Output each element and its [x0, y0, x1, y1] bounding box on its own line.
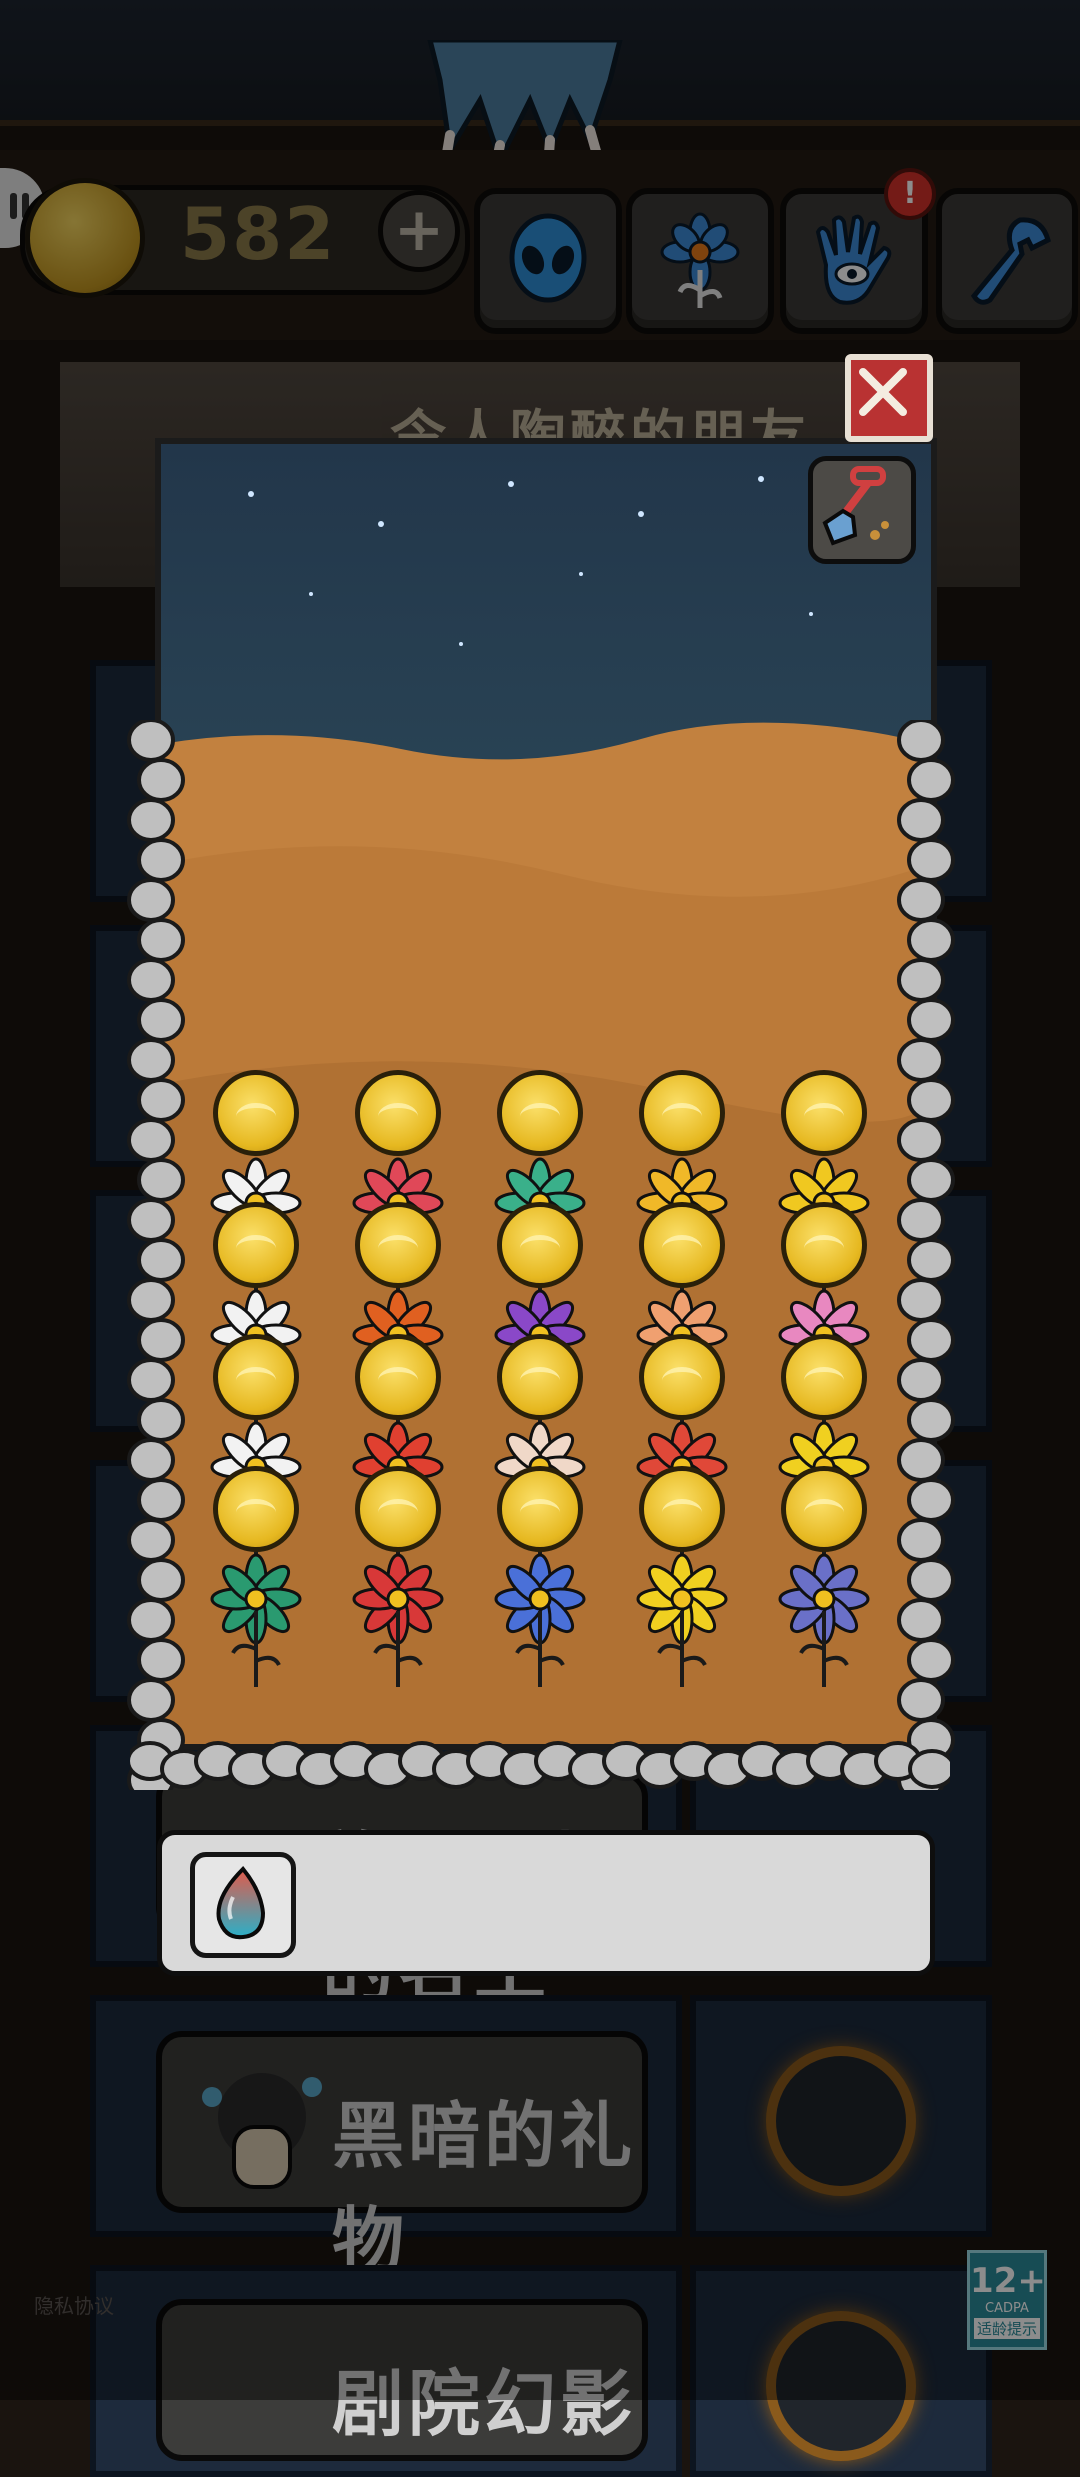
shovel-button[interactable]: [808, 456, 916, 564]
collect-coin-button[interactable]: [497, 1466, 583, 1552]
flower-icon[interactable]: [617, 1549, 747, 1689]
close-icon: [859, 368, 907, 416]
collect-coin-button[interactable]: [213, 1466, 299, 1552]
collect-coin-button[interactable]: [639, 1202, 725, 1288]
collect-coin-button[interactable]: [639, 1466, 725, 1552]
collect-coin-button[interactable]: [213, 1334, 299, 1420]
seed-drop-icon: [216, 1866, 266, 1940]
flower-icon[interactable]: [759, 1549, 889, 1689]
collect-coin-button[interactable]: [355, 1202, 441, 1288]
stone-border-right: [897, 720, 955, 1790]
collect-coin-button[interactable]: [781, 1202, 867, 1288]
collect-coin-button[interactable]: [639, 1334, 725, 1420]
flower-icon[interactable]: [191, 1549, 321, 1689]
collect-coin-button[interactable]: [355, 1070, 441, 1156]
flower-icon[interactable]: [333, 1549, 463, 1689]
close-button[interactable]: [845, 354, 933, 442]
collect-coin-button[interactable]: [781, 1070, 867, 1156]
collect-coin-button[interactable]: [355, 1334, 441, 1420]
flower-icon[interactable]: [475, 1549, 605, 1689]
collect-coin-button[interactable]: [497, 1202, 583, 1288]
collect-coin-button[interactable]: [355, 1466, 441, 1552]
stone-border-bottom: [130, 1741, 950, 1789]
stone-border-left: [127, 720, 185, 1790]
collect-coin-button[interactable]: [781, 1334, 867, 1420]
collect-coin-button[interactable]: [497, 1334, 583, 1420]
collect-coin-button[interactable]: [781, 1466, 867, 1552]
seed-slot[interactable]: [190, 1852, 296, 1958]
collect-coin-button[interactable]: [213, 1202, 299, 1288]
collect-coin-button[interactable]: [213, 1070, 299, 1156]
shovel-icon: [822, 466, 889, 546]
collect-coin-button[interactable]: [639, 1070, 725, 1156]
collect-coin-button[interactable]: [497, 1070, 583, 1156]
